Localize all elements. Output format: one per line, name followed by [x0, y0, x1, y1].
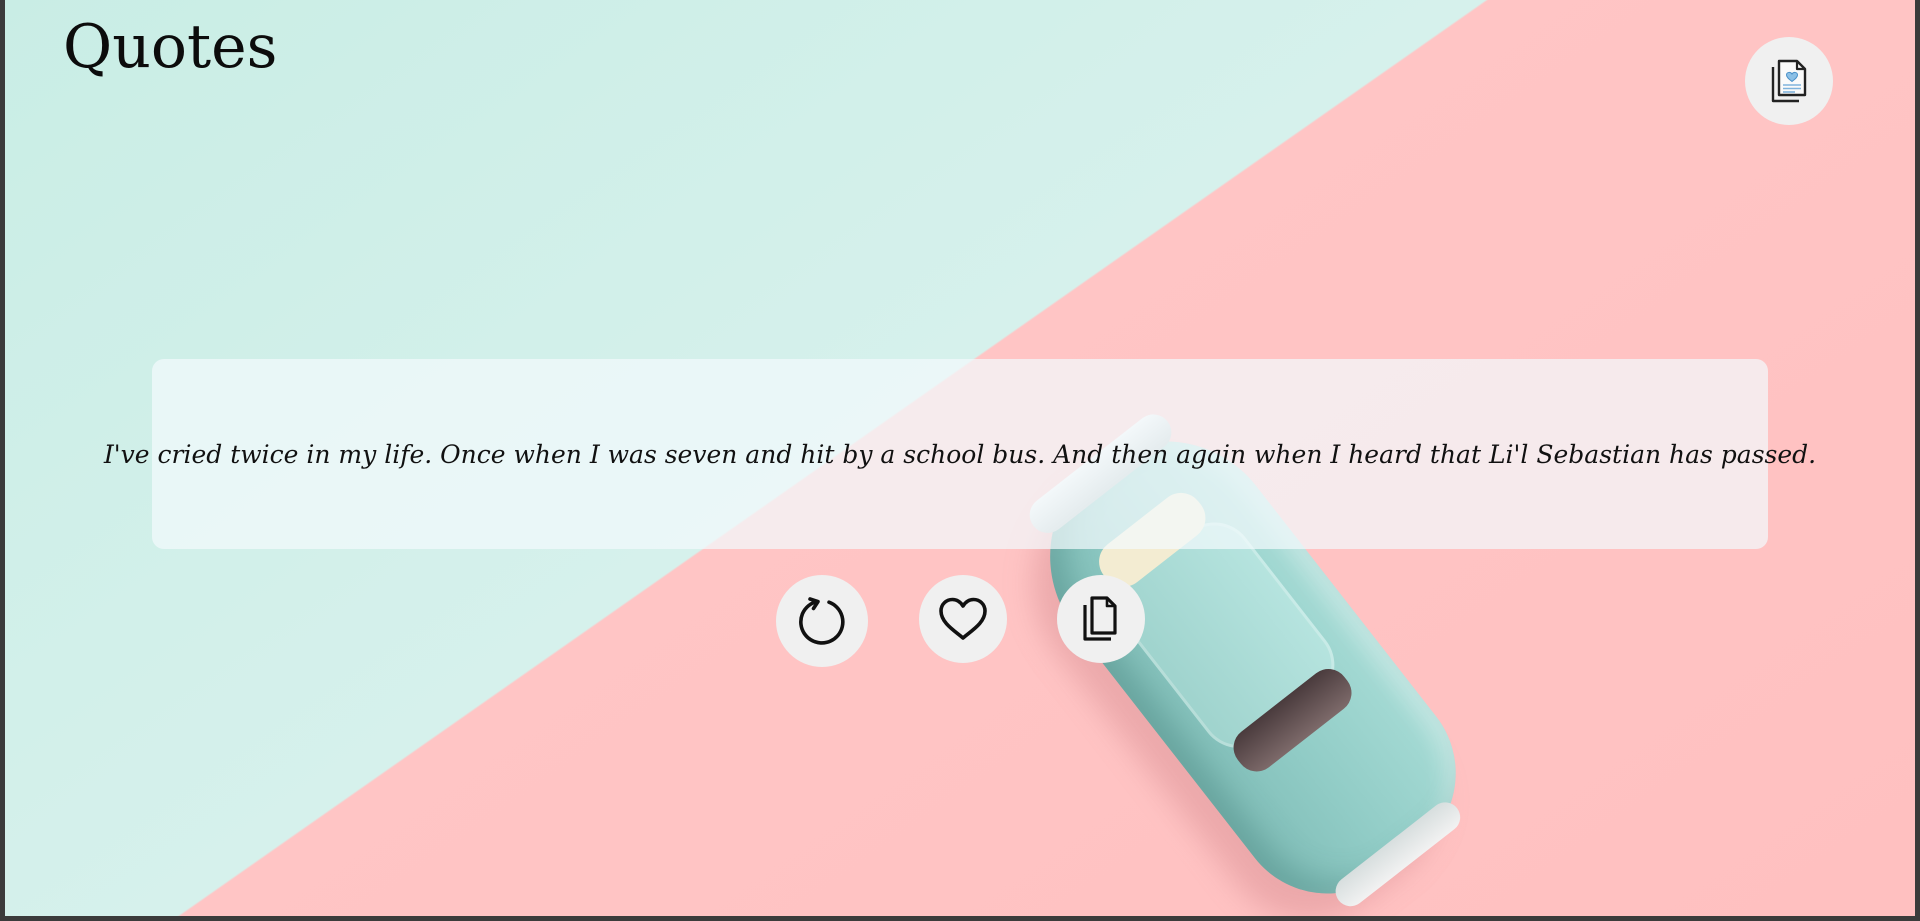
like-button[interactable] — [919, 575, 1007, 663]
copy-button[interactable] — [1057, 575, 1145, 663]
heart-icon — [937, 596, 989, 642]
refresh-icon — [796, 595, 848, 647]
favorites-list-icon — [1767, 57, 1811, 105]
copy-icon — [1081, 595, 1121, 643]
quote-text: I've cried twice in my life. Once when I… — [103, 439, 1817, 469]
favorites-button[interactable] — [1745, 37, 1833, 125]
page-title: Quotes — [63, 12, 278, 82]
refresh-button[interactable] — [776, 575, 868, 667]
quote-card: I've cried twice in my life. Once when I… — [104, 359, 1816, 549]
app-window: Quotes I've cried twice in my life. Once… — [5, 0, 1915, 916]
